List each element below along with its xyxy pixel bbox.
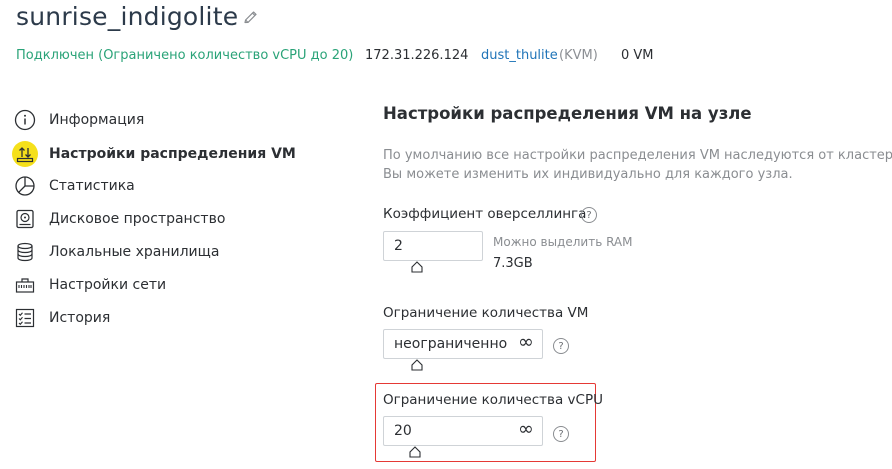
sidebar-item-network[interactable]: Настройки сети [12, 272, 166, 298]
sidebar-item-label: Дисковое пространство [49, 211, 226, 227]
sidebar-item-local-storage[interactable]: Локальные хранилища [12, 239, 219, 265]
history-icon [12, 305, 38, 331]
ram-hint-label: Можно выделить RAM [493, 235, 633, 249]
help-icon[interactable]: ? [553, 426, 569, 442]
ram-hint-value: 7.3GB [493, 256, 533, 271]
help-icon[interactable]: ? [581, 207, 597, 223]
infinity-icon[interactable]: ∞ [518, 331, 534, 353]
sidebar-item-label: Локальные хранилища [49, 244, 220, 260]
disk-icon [12, 206, 38, 232]
info-icon [12, 107, 38, 133]
sidebar-item-vm-distribution[interactable]: Настройки распределения VM [12, 141, 296, 167]
pencil-icon[interactable] [242, 10, 258, 26]
slider-handle-icon[interactable] [411, 359, 423, 371]
database-icon [12, 239, 38, 265]
sidebar-item-info[interactable]: Информация [12, 107, 144, 133]
cluster-type: (KVM) [559, 48, 598, 63]
infinity-icon[interactable]: ∞ [518, 418, 534, 440]
sidebar-item-label: Настройки распределения VM [49, 146, 296, 162]
vm-limit-label: Ограничение количества VM [383, 305, 589, 321]
vm-count: 0 VM [621, 48, 654, 63]
slider-handle-icon[interactable] [409, 446, 421, 458]
status-text: Подключен (Ограничено количество vCPU до… [16, 48, 354, 63]
vcpu-limit-label: Ограничение количества vCPU [383, 392, 603, 408]
page-title: sunrise_indigolite [16, 2, 239, 31]
description-line-2: Вы можете изменить их индивидуально для … [383, 167, 793, 182]
ip-address: 172.31.226.124 [365, 48, 469, 63]
sidebar-item-label: История [49, 310, 111, 326]
sidebar-item-history[interactable]: История [12, 305, 110, 331]
sidebar-item-disk-space[interactable]: Дисковое пространство [12, 206, 225, 232]
network-icon [12, 272, 38, 298]
sidebar-item-label: Информация [49, 112, 145, 128]
pie-chart-icon [12, 173, 38, 199]
help-icon[interactable]: ? [553, 338, 569, 354]
cluster-link[interactable]: dust_thulite [481, 48, 558, 63]
overcommit-input[interactable] [383, 231, 483, 261]
section-title: Настройки распределения VM на узле [383, 104, 752, 123]
description-line-1: По умолчанию все настройки распределения… [383, 148, 892, 163]
overcommit-label: Коэффициент оверселлинга [383, 206, 587, 222]
sidebar-item-statistics[interactable]: Статистика [12, 173, 135, 199]
sidebar-item-label: Настройки сети [49, 277, 167, 293]
vm-distribution-icon [12, 141, 38, 167]
slider-handle-icon[interactable] [411, 261, 423, 273]
sidebar-item-label: Статистика [49, 178, 135, 194]
